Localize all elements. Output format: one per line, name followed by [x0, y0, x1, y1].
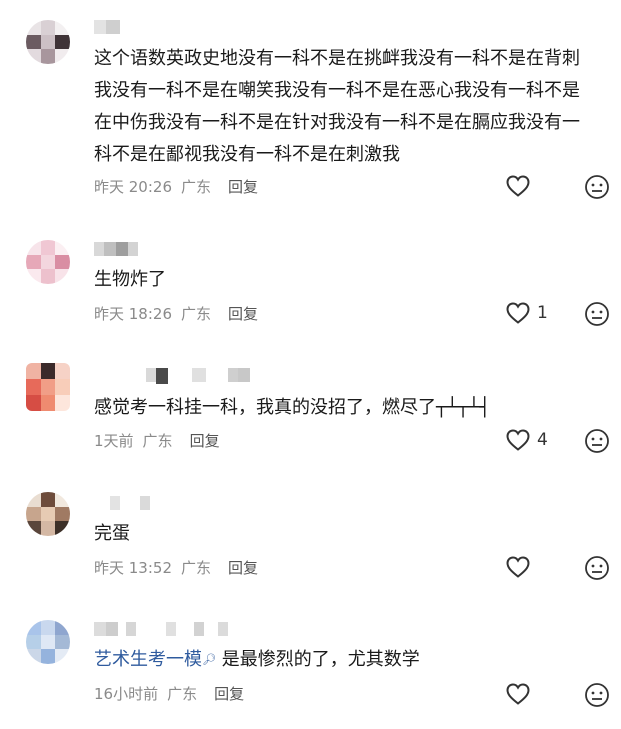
like-button[interactable] — [505, 174, 537, 198]
comment-meta: 1天前 广东 回复 — [94, 430, 220, 451]
heart-outline-icon — [506, 175, 530, 197]
comment-time: 1天前 — [94, 432, 134, 450]
like-button[interactable]: 1 — [505, 301, 548, 325]
comment-location: 广东 — [167, 685, 198, 703]
avatar[interactable] — [26, 20, 70, 64]
comment-text: 感觉考一科挂一科，我真的没招了，燃尽了┬┴┬┴┤ — [94, 397, 491, 418]
avatar[interactable] — [26, 492, 70, 536]
like-button[interactable] — [505, 682, 537, 706]
like-count: 4 — [537, 430, 548, 450]
comment-meta: 16小时前 广东 回复 — [94, 683, 244, 704]
comment-time: 昨天 20:26 — [94, 178, 172, 196]
comment-time: 16小时前 — [94, 685, 159, 703]
username-blurred[interactable] — [94, 368, 250, 384]
comment-text: 完蛋 — [94, 523, 130, 544]
avatar[interactable] — [26, 240, 70, 284]
heart-outline-icon — [506, 429, 530, 451]
reply-button[interactable]: 回复 — [228, 303, 258, 324]
like-count: 1 — [537, 303, 548, 323]
like-button[interactable] — [505, 555, 537, 579]
meh-face-icon — [585, 556, 609, 580]
dislike-button[interactable] — [584, 555, 610, 581]
like-button[interactable]: 4 — [505, 428, 548, 452]
comment-text: 生物炸了 — [94, 269, 166, 290]
reply-button[interactable]: 回复 — [214, 683, 244, 704]
reply-to-user-link[interactable]: 艺术生考一模 — [94, 649, 202, 670]
comment-location: 广东 — [142, 432, 173, 450]
reply-button[interactable]: 回复 — [190, 430, 220, 451]
comment-location: 广东 — [181, 305, 212, 323]
avatar[interactable] — [26, 363, 70, 411]
comment-time: 昨天 13:52 — [94, 559, 172, 577]
comment-meta: 昨天 18:26 广东 回复 — [94, 303, 258, 324]
comment-meta: 昨天 20:26 广东 回复 — [94, 176, 258, 197]
dislike-button[interactable] — [584, 682, 610, 708]
search-icon: 🔎︎ — [202, 653, 216, 666]
heart-outline-icon — [506, 556, 530, 578]
comment-text: 艺术生考一模🔎︎ 是最惨烈的了，尤其数学 — [94, 644, 594, 676]
comment-location: 广东 — [181, 178, 212, 196]
username-blurred[interactable] — [94, 496, 150, 510]
dislike-button[interactable] — [584, 174, 610, 200]
meh-face-icon — [585, 175, 609, 199]
dislike-button[interactable] — [584, 301, 610, 327]
comment-text-content: 是最惨烈的了，尤其数学 — [221, 649, 420, 670]
comment-time: 昨天 18:26 — [94, 305, 172, 323]
username-blurred[interactable] — [94, 20, 120, 34]
reply-button[interactable]: 回复 — [228, 557, 258, 578]
comment-text: 这个语数英政史地没有一科不是在挑衅我没有一科不是在背刺我没有一科不是在嘲笑我没有… — [94, 48, 580, 165]
heart-outline-icon — [506, 683, 530, 705]
heart-outline-icon — [506, 302, 530, 324]
username-blurred[interactable] — [94, 242, 138, 256]
meh-face-icon — [585, 302, 609, 326]
username-blurred[interactable] — [94, 622, 228, 636]
reply-button[interactable]: 回复 — [228, 176, 258, 197]
avatar[interactable] — [26, 620, 70, 664]
comment-meta: 昨天 13:52 广东 回复 — [94, 557, 258, 578]
meh-face-icon — [585, 683, 609, 707]
dislike-button[interactable] — [584, 428, 610, 454]
comment-location: 广东 — [181, 559, 212, 577]
meh-face-icon — [585, 429, 609, 453]
